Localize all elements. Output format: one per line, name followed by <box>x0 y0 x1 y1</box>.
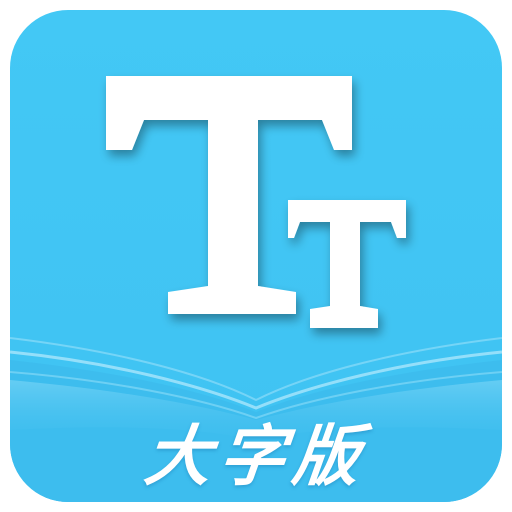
icon-label: 大字版 <box>141 418 372 495</box>
app-icon-container[interactable]: 大字版 <box>0 0 512 512</box>
